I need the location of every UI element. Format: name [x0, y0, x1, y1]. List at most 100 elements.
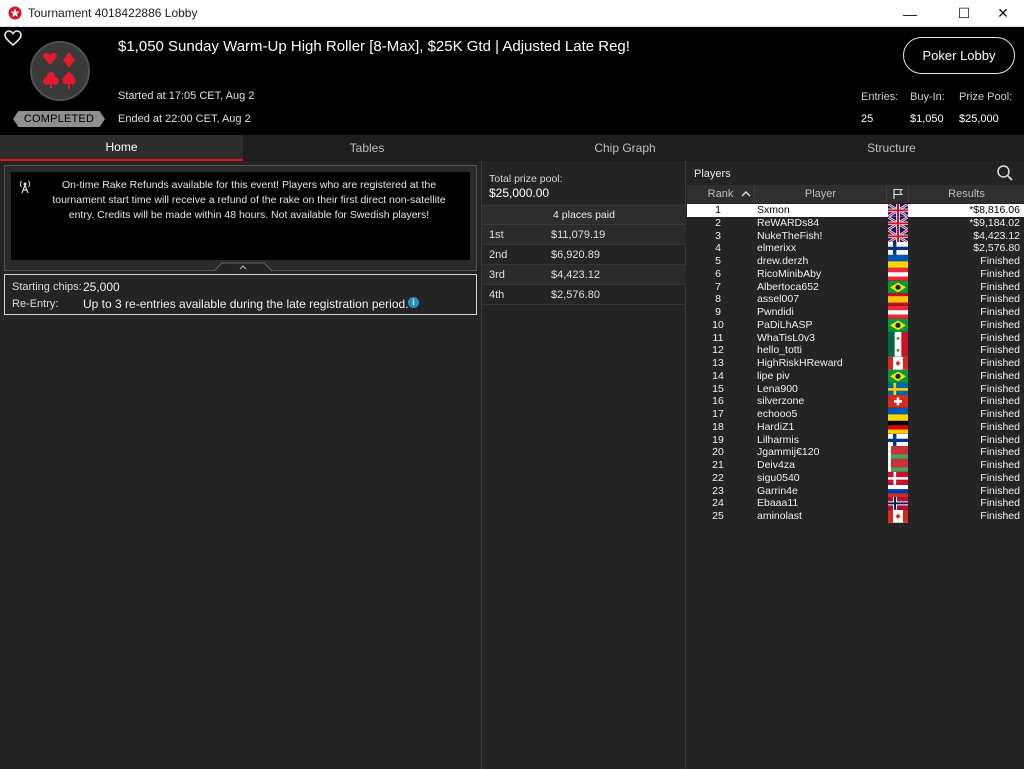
prize-amount: $2,576.80: [551, 289, 600, 301]
tournament-header: COMPLETED $1,050 Sunday Warm-Up High Rol…: [0, 27, 1024, 135]
country-flag-icon: [888, 446, 908, 459]
country-flag-icon: [888, 433, 908, 447]
player-row[interactable]: 20 Jgammij€120 Finished: [687, 446, 1024, 459]
player-name: hello_totti: [757, 344, 802, 357]
player-name: Garrin4e: [757, 484, 798, 497]
player-rank: 7: [715, 280, 721, 293]
player-name: aminolast: [757, 510, 802, 522]
end-time: Ended at 22:00 CET, Aug 2: [118, 113, 251, 125]
country-flag-icon: [888, 382, 908, 396]
prize-place: 4th: [489, 289, 505, 301]
prize-place: 1st: [489, 229, 504, 241]
player-rank: 4: [715, 242, 721, 255]
country-flag-icon: [888, 510, 908, 523]
country-flag-icon: [888, 318, 908, 332]
prize-amount: $4,423.12: [551, 269, 600, 281]
player-row[interactable]: 6 RicoMinibAby Finished: [687, 267, 1024, 281]
pokerstars-logo-icon: [8, 6, 22, 20]
player-row[interactable]: 21 Deiv4za Finished: [687, 459, 1024, 472]
player-rank: 2: [715, 216, 721, 229]
player-result: Finished: [980, 446, 1020, 459]
player-result: Finished: [980, 255, 1020, 267]
tab-home[interactable]: Home: [0, 135, 243, 161]
search-icon[interactable]: [996, 164, 1014, 182]
reentry-value: Up to 3 re-entries available during the …: [83, 297, 409, 311]
player-row[interactable]: 17 echooo5 Finished: [687, 408, 1024, 421]
player-rank: 19: [712, 433, 724, 446]
player-name: Sxmon: [757, 204, 790, 216]
country-flag-icon: [888, 255, 908, 268]
player-rank: 6: [715, 267, 721, 280]
notice-box: On-time Rake Refunds available for this …: [4, 165, 477, 272]
country-flag-icon: [888, 216, 908, 230]
player-rank: 5: [715, 255, 721, 267]
player-name: HardiZ1: [757, 420, 795, 433]
player-column-header[interactable]: Player: [755, 185, 887, 203]
player-result: Finished: [980, 433, 1020, 446]
player-row[interactable]: 3 NukeTheFish! $4,423.12: [687, 229, 1024, 243]
player-result: $4,423.12: [973, 229, 1020, 242]
player-row[interactable]: 9 Pwndidi Finished: [687, 306, 1024, 319]
player-result: Finished: [980, 471, 1020, 484]
player-row[interactable]: 4 elmerixx $2,576.80: [687, 242, 1024, 255]
player-row[interactable]: 22 sigu0540 Finished: [687, 471, 1024, 485]
player-name: RicoMinibAby: [757, 267, 822, 280]
minimize-button[interactable]: —: [887, 0, 933, 27]
results-column-header[interactable]: Results: [909, 185, 1024, 203]
player-name: HighRiskHReward: [757, 357, 843, 369]
player-rank: 3: [715, 229, 721, 242]
player-row[interactable]: 1 Sxmon *$8,816.06: [687, 204, 1024, 217]
player-rank: 22: [712, 471, 724, 484]
total-prize-value: $25,000.00: [489, 186, 550, 200]
player-name: PaDiLhASP: [757, 318, 813, 331]
player-result: Finished: [980, 484, 1020, 497]
player-result: Finished: [980, 510, 1020, 522]
player-name: Lilharmis: [757, 433, 800, 446]
tab-chip-graph[interactable]: Chip Graph: [491, 135, 759, 161]
player-row[interactable]: 2 ReWARDs84 *$9,184.02: [687, 216, 1024, 230]
player-name: Pwndidi: [757, 306, 794, 318]
rank-column-header[interactable]: Rank: [687, 185, 755, 203]
player-row[interactable]: 7 Albertoca652 Finished: [687, 280, 1024, 294]
flag-column-header[interactable]: [887, 185, 909, 203]
player-row[interactable]: 19 Lilharmis Finished: [687, 433, 1024, 447]
tab-tables[interactable]: Tables: [243, 135, 491, 161]
player-row[interactable]: 23 Garrin4e Finished: [687, 484, 1024, 498]
prize-amount: $11,079.19: [551, 229, 606, 241]
collapse-handle-icon[interactable]: [214, 262, 272, 272]
sort-up-icon: [741, 191, 751, 197]
places-paid-header: 4 places paid: [482, 205, 686, 225]
country-flag-icon: [888, 344, 908, 357]
home-info-panel: On-time Rake Refunds available for this …: [0, 161, 481, 769]
player-name: Jgammij€120: [757, 446, 820, 459]
player-result: Finished: [980, 497, 1020, 510]
player-rank: 9: [715, 306, 721, 318]
buyin-value: $1,050: [910, 113, 944, 125]
status-badge: COMPLETED: [13, 111, 105, 127]
player-row[interactable]: 16 silverzone Finished: [687, 395, 1024, 408]
player-row[interactable]: 25 aminolast Finished: [687, 510, 1024, 523]
player-rank: 14: [712, 369, 724, 382]
country-flag-icon: [888, 357, 908, 370]
tab-structure[interactable]: Structure: [759, 135, 1024, 161]
info-icon[interactable]: i: [408, 297, 419, 308]
player-row[interactable]: 18 HardiZ1 Finished: [687, 420, 1024, 434]
player-row[interactable]: 5 drew.derzh Finished: [687, 255, 1024, 268]
close-button[interactable]: ✕: [980, 0, 1024, 27]
heart-icon[interactable]: [4, 30, 22, 46]
broadcast-icon: [19, 180, 31, 194]
player-row[interactable]: 24 Ebaaa11 Finished: [687, 497, 1024, 510]
player-row[interactable]: 14 lipe piv Finished: [687, 369, 1024, 383]
player-rank: 20: [712, 446, 724, 459]
player-row[interactable]: 15 Lena900 Finished: [687, 382, 1024, 396]
player-row[interactable]: 10 PaDiLhASP Finished: [687, 318, 1024, 332]
flag-icon: [892, 189, 903, 199]
player-row[interactable]: 8 assel007 Finished: [687, 293, 1024, 306]
poker-lobby-button[interactable]: Poker Lobby: [903, 37, 1015, 74]
player-name: drew.derzh: [757, 255, 809, 267]
player-row[interactable]: 13 HighRiskHReward Finished: [687, 357, 1024, 370]
country-flag-icon: [888, 471, 908, 485]
player-row[interactable]: 12 hello_totti Finished: [687, 344, 1024, 357]
player-rank: 15: [712, 382, 724, 395]
player-row[interactable]: 11 WhaTisL0v3 Finished: [687, 331, 1024, 345]
